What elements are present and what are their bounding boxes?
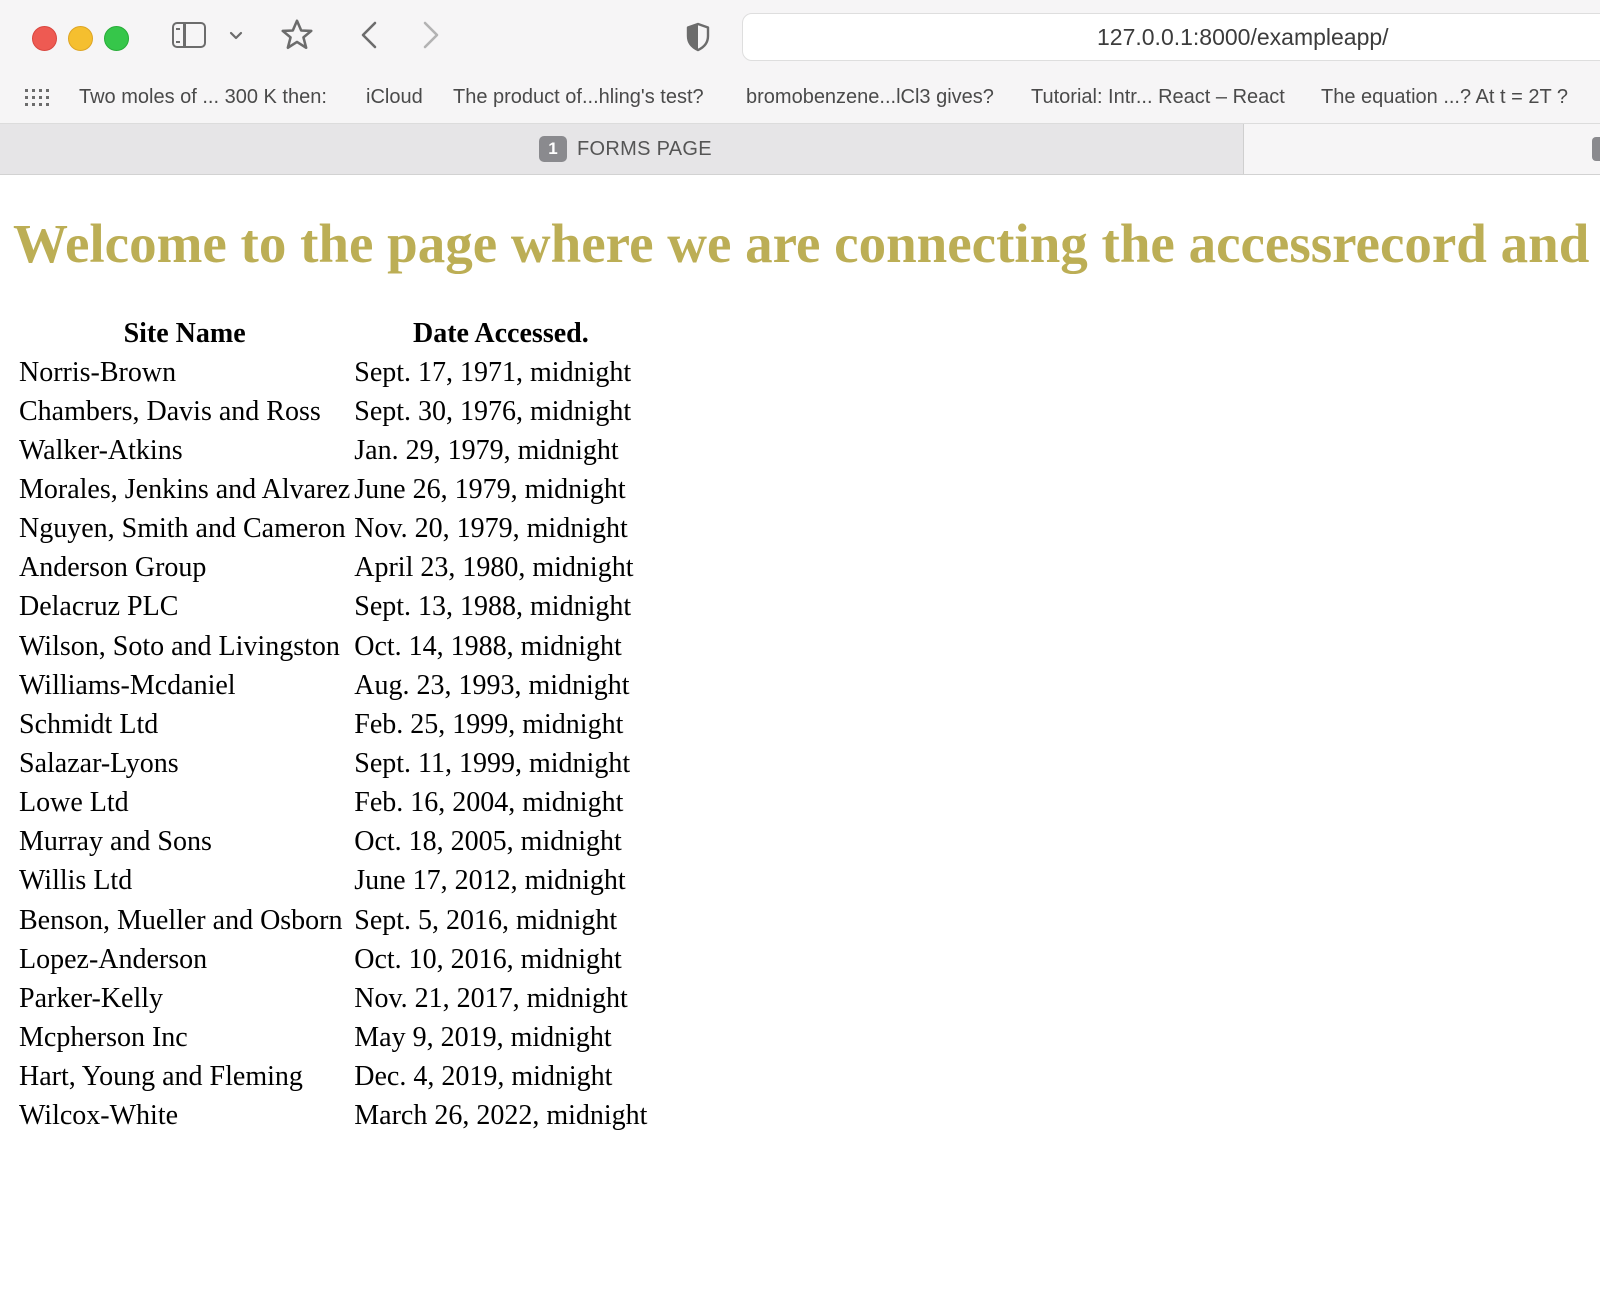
address-bar[interactable]: 127.0.0.1:8000/exampleapp/ [742, 13, 1600, 61]
minimize-window-button[interactable] [68, 26, 93, 51]
browser-window: 127.0.0.1:8000/exampleapp/ Two moles of … [0, 0, 1600, 1295]
grid-icon[interactable] [25, 89, 49, 107]
url-text: 127.0.0.1:8000/exampleapp/ [1097, 24, 1389, 50]
site-name-cell: Morales, Jenkins and Alvarez [19, 473, 351, 505]
date-accessed-cell: April 23, 1980, midnight [354, 552, 634, 584]
browser-toolbar: 127.0.0.1:8000/exampleapp/ [0, 0, 1600, 72]
site-name-cell: Parker-Kelly [19, 982, 164, 1014]
site-name-cell: Nguyen, Smith and Cameron [19, 513, 346, 545]
date-accessed-cell: March 26, 2022, midnight [354, 1100, 648, 1132]
tab-empty-area[interactable] [1244, 124, 1600, 174]
table-row: Nguyen, Smith and Cameron Nov. 20, 1979, … [18, 510, 648, 549]
table-body: Norris-Brown Sept. 17, 1971, midnight Cham… [18, 353, 648, 1136]
date-accessed-cell: Dec. 4, 2019, midnight [354, 1061, 613, 1093]
site-name-cell: Chambers, Davis and Ross [19, 395, 321, 427]
table-row: Walker-Atkins Jan. 29, 1979, midnight [18, 431, 648, 470]
table-row: Schmidt Ltd Feb. 25, 1999, midnight [18, 705, 648, 744]
sidebar-icon[interactable] [172, 22, 206, 48]
bookmark-item[interactable]: Two moles of ... 300 K then: [79, 72, 327, 123]
site-name-cell: Wilcox-White [19, 1100, 179, 1132]
date-accessed-cell: Oct. 10, 2016, midnight [354, 943, 622, 975]
date-accessed-cell: Sept. 17, 1971, midnight [354, 356, 632, 388]
site-name-cell: Williams-Mcdaniel [19, 669, 236, 701]
site-name-cell: Norris-Brown [19, 356, 177, 388]
column-header-site-name: Site Name [123, 318, 246, 349]
page-content: Welcome to the page where we are connect… [0, 175, 1600, 1295]
tab-overflow-badge[interactable] [1592, 137, 1600, 161]
chevron-down-icon[interactable] [226, 24, 246, 48]
table-row: Morales, Jenkins and Alvarez June 26, 197… [18, 470, 648, 509]
bookmark-item[interactable]: The equation ...? At t = 2T ? [1321, 72, 1568, 123]
date-accessed-cell: Nov. 21, 2017, midnight [354, 982, 628, 1014]
date-accessed-cell: Oct. 14, 1988, midnight [354, 630, 622, 662]
date-accessed-cell: Jan. 29, 1979, midnight [354, 434, 619, 466]
zoom-window-button[interactable] [104, 26, 129, 51]
site-name-cell: Anderson Group [19, 552, 207, 584]
table-row: Delacruz PLC Sept. 13, 1988, midnight [18, 588, 648, 627]
site-name-cell: Murray and Sons [19, 826, 212, 858]
bookmarks-bar: Two moles of ... 300 K then: iCloud The … [0, 72, 1600, 124]
site-name-cell: Delacruz PLC [19, 591, 179, 623]
table-row: Norris-Brown Sept. 17, 1971, midnight [18, 353, 648, 392]
bookmark-item[interactable]: bromobenzene...lCl3 gives? [746, 72, 994, 123]
table-row: Wilcox-White March 26, 2022, midnight [18, 1097, 648, 1136]
bookmark-item[interactable]: Tutorial: Intr... React – React [1031, 72, 1285, 123]
tab-forms-page[interactable]: 1 FORMS PAGE [0, 124, 1244, 174]
site-name-cell: Wilson, Soto and Livingston [19, 630, 340, 662]
site-name-cell: Lopez-Anderson [19, 943, 208, 975]
site-name-cell: Salazar-Lyons [19, 747, 179, 779]
date-accessed-cell: Sept. 13, 1988, midnight [354, 591, 632, 623]
table-row: Chambers, Davis and Ross Sept. 30, 1976, … [18, 392, 648, 431]
page-heading: Welcome to the page where we are connect… [13, 213, 1600, 274]
date-accessed-cell: Sept. 5, 2016, midnight [354, 904, 618, 936]
bookmark-item[interactable]: iCloud [366, 72, 423, 123]
date-accessed-cell: Sept. 30, 1976, midnight [354, 395, 632, 427]
table-row: Murray and Sons Oct. 18, 2005, midnight [18, 823, 648, 862]
site-name-cell: Willis Ltd [19, 865, 133, 897]
site-name-cell: Schmidt Ltd [19, 708, 159, 740]
date-accessed-cell: June 17, 2012, midnight [354, 865, 626, 897]
date-accessed-cell: Nov. 20, 1979, midnight [354, 513, 628, 545]
site-name-cell: Mcpherson Inc [19, 1021, 188, 1053]
column-header-date-accessed: Date Accessed. [412, 318, 589, 349]
table-row: Parker-Kelly Nov. 21, 2017, midnight [18, 979, 648, 1018]
table-row: Lowe Ltd Feb. 16, 2004, midnight [18, 784, 648, 823]
table-row: Hart, Young and Fleming Dec. 4, 2019, mid… [18, 1058, 648, 1097]
table-row: Lopez-Anderson Oct. 10, 2016, midnight [18, 940, 648, 979]
star-icon[interactable] [276, 14, 318, 56]
table-row: Wilson, Soto and Livingston Oct. 14, 1988… [18, 627, 648, 666]
table-row: Willis Ltd June 17, 2012, midnight [18, 862, 648, 901]
tab-title: FORMS PAGE [577, 137, 712, 160]
forward-icon[interactable] [414, 14, 448, 56]
site-name-cell: Walker-Atkins [19, 434, 183, 466]
table-row: Salazar-Lyons Sept. 11, 1999, midnight [18, 744, 648, 783]
bookmark-item[interactable]: The product of...hling's test? [453, 72, 704, 123]
close-window-button[interactable] [32, 26, 57, 51]
tab-bar: 1 FORMS PAGE [0, 124, 1600, 175]
date-accessed-cell: Feb. 25, 1999, midnight [354, 708, 624, 740]
site-name-cell: Hart, Young and Fleming [19, 1061, 303, 1093]
table-header-row: Site Name Date Accessed. [18, 315, 648, 353]
table-row: Mcpherson Inc May 9, 2019, midnight [18, 1018, 648, 1057]
table-row: Williams-Mcdaniel Aug. 23, 1993, midnight [18, 666, 648, 705]
access-records-table: Site Name Date Accessed. Norris-Brown Sep… [16, 315, 650, 1136]
table-row: Anderson Group April 23, 1980, midnight [18, 549, 648, 588]
date-accessed-cell: Sept. 11, 1999, midnight [354, 747, 631, 779]
back-icon[interactable] [352, 14, 386, 56]
site-name-cell: Lowe Ltd [19, 787, 129, 819]
date-accessed-cell: Feb. 16, 2004, midnight [354, 787, 624, 819]
date-accessed-cell: Oct. 18, 2005, midnight [354, 826, 622, 858]
date-accessed-cell: June 26, 1979, midnight [354, 473, 626, 505]
site-name-cell: Benson, Mueller and Osborn [19, 904, 343, 936]
date-accessed-cell: May 9, 2019, midnight [354, 1021, 612, 1053]
date-accessed-cell: Aug. 23, 1993, midnight [354, 669, 630, 701]
table-row: Benson, Mueller and Osborn Sept. 5, 2016,… [18, 901, 648, 940]
shield-icon[interactable] [684, 22, 712, 52]
tab-index-badge: 1 [539, 136, 567, 162]
